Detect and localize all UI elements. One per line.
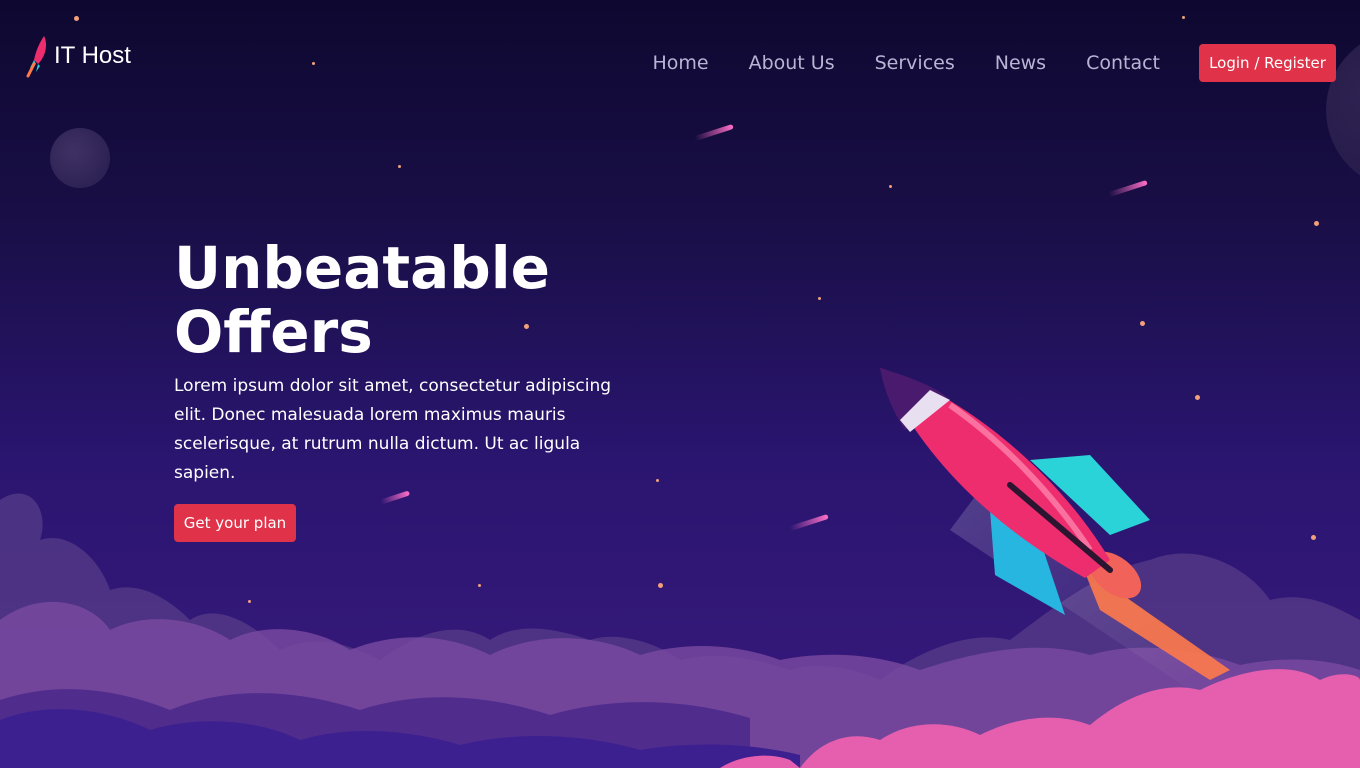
nav-services[interactable]: Services: [875, 52, 955, 74]
star: [818, 297, 821, 300]
nav-about-us[interactable]: About Us: [749, 52, 835, 74]
brand-logo[interactable]: IT Host: [26, 34, 131, 78]
star: [889, 185, 892, 188]
main-nav: Home About Us Services News Contact: [652, 52, 1160, 74]
hero-title: Unbeatable Offers: [174, 236, 624, 364]
brand-name: IT Host: [54, 42, 131, 69]
rocket-illustration: [880, 368, 1250, 690]
planet-left: [50, 128, 110, 188]
nav-contact[interactable]: Contact: [1086, 52, 1160, 74]
hero-title-line1: Unbeatable: [174, 234, 550, 302]
clouds-front: [0, 669, 1360, 768]
login-register-button[interactable]: Login / Register: [1199, 44, 1336, 82]
meteor: [1108, 179, 1148, 198]
star: [1140, 321, 1145, 326]
star: [398, 165, 401, 168]
get-your-plan-button[interactable]: Get your plan: [174, 504, 296, 542]
star: [1314, 221, 1319, 226]
hero-title-line2: Offers: [174, 298, 373, 366]
site-header: IT Host Home About Us Services News Cont…: [0, 0, 1360, 110]
meteor: [694, 123, 734, 142]
nav-news[interactable]: News: [995, 52, 1046, 74]
hero-section: Unbeatable Offers Lorem ipsum dolor sit …: [174, 236, 624, 542]
nav-home[interactable]: Home: [652, 52, 708, 74]
hero-description: Lorem ipsum dolor sit amet, consectetur …: [174, 376, 612, 483]
rocket-icon: [26, 36, 46, 78]
